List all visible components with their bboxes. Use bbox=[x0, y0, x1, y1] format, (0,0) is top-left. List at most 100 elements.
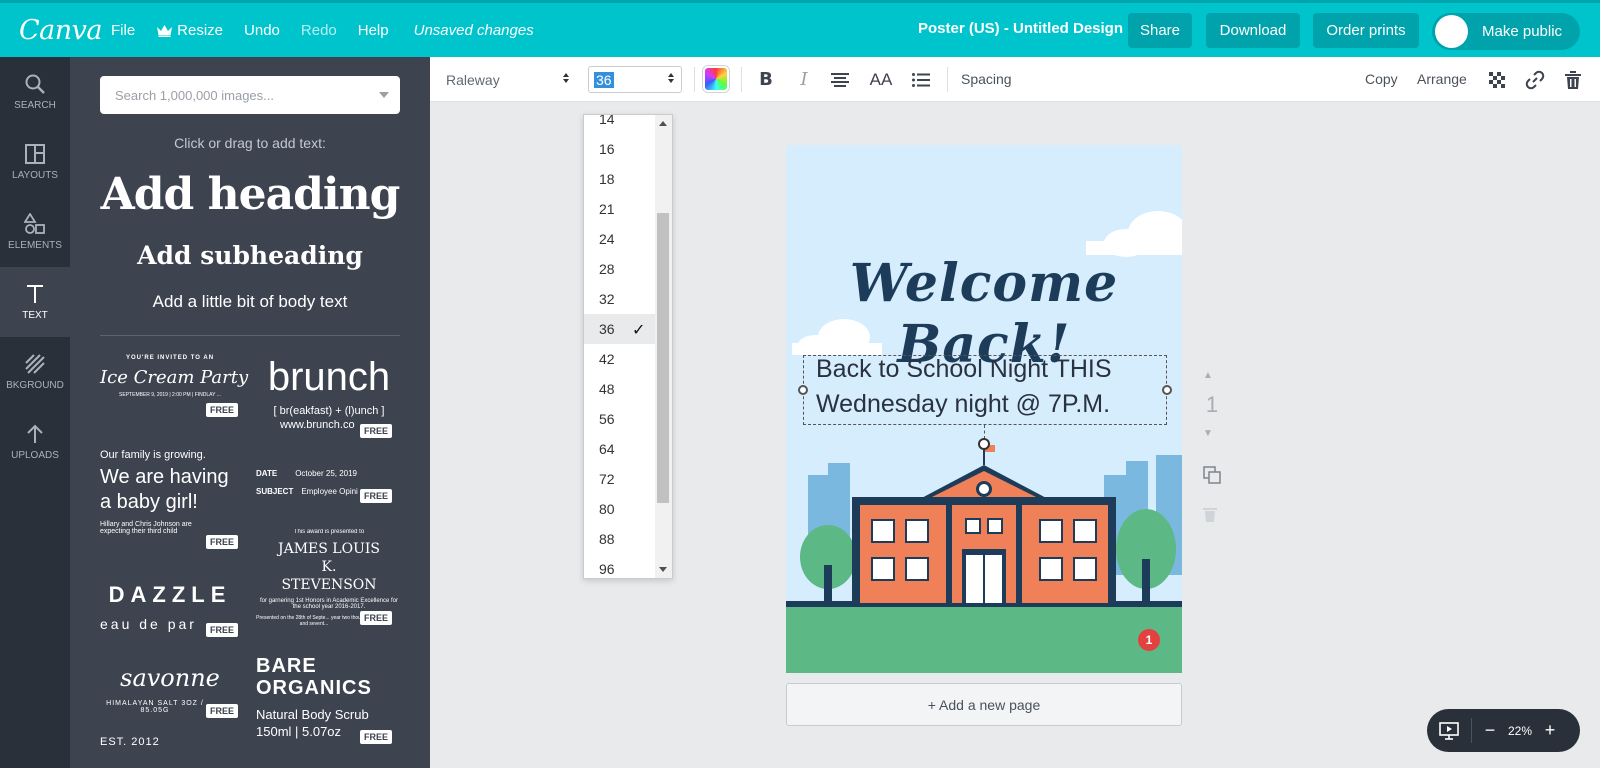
font-size-value[interactable]: 36 bbox=[594, 71, 614, 88]
rail-layouts-label: LAYOUTS bbox=[12, 170, 58, 181]
rail-background-label: BKGROUND bbox=[6, 380, 64, 391]
zoom-out-button[interactable]: − bbox=[1472, 720, 1508, 741]
font-size-dropdown[interactable]: 14 16 18 21 24 28 32 36 ✓ 42 48 56 64 72 80 88 96 bbox=[583, 114, 673, 579]
trash-icon bbox=[1203, 508, 1217, 522]
toolbar-divider bbox=[741, 67, 742, 92]
font-family-select[interactable]: Raleway bbox=[446, 67, 576, 92]
list-button[interactable] bbox=[910, 67, 932, 92]
dropdown-scrollbar[interactable] bbox=[655, 115, 672, 578]
font-size-option[interactable]: 56 bbox=[584, 404, 656, 434]
rail-text[interactable]: TEXT bbox=[0, 267, 70, 337]
add-new-page-button[interactable]: + Add a new page bbox=[786, 683, 1182, 726]
template-baby[interactable]: Our family is growing. We are having a b… bbox=[100, 449, 240, 554]
present-button[interactable] bbox=[1427, 721, 1471, 740]
template-brunch[interactable]: brunch [ br(eakfast) + (l)unch ] www.bru… bbox=[256, 355, 402, 438]
font-size-option[interactable]: 42 bbox=[584, 344, 656, 374]
template-text: YOU'RE INVITED TO AN bbox=[125, 355, 215, 361]
image-search-input[interactable]: Search 1,000,000 images... bbox=[100, 76, 400, 114]
rail-uploads[interactable]: UPLOADS bbox=[0, 407, 70, 477]
download-button[interactable]: Download bbox=[1206, 13, 1300, 48]
link-icon bbox=[1525, 70, 1545, 89]
font-size-option[interactable]: 64 bbox=[584, 434, 656, 464]
document-title[interactable]: Poster (US) - Untitled Design bbox=[918, 20, 1123, 37]
zoom-in-button[interactable]: + bbox=[1532, 720, 1568, 741]
delete-page-icon[interactable] bbox=[1203, 506, 1217, 527]
chevron-down-icon[interactable] bbox=[379, 92, 389, 98]
resize-handle-left[interactable] bbox=[798, 385, 808, 395]
font-size-option[interactable]: 80 bbox=[584, 494, 656, 524]
font-family-value: Raleway bbox=[446, 71, 500, 88]
poster-page[interactable]: Welcome Back! Back to School Night THIS … bbox=[786, 145, 1182, 673]
template-memo[interactable]: DATE October 25, 2019 SUBJECT Employee Opi… bbox=[256, 469, 402, 509]
letter-case-button[interactable]: AA bbox=[867, 67, 895, 92]
resize-menu[interactable]: Resize bbox=[156, 22, 223, 39]
font-size-option[interactable]: 36 ✓ bbox=[584, 314, 656, 344]
left-rail: SEARCH LAYOUTS ELEMENTS TEXT BKGROUND UP… bbox=[0, 57, 70, 768]
template-text: EST. 2012 bbox=[100, 736, 160, 748]
rail-background[interactable]: BKGROUND bbox=[0, 337, 70, 407]
font-size-option[interactable]: 88 bbox=[584, 524, 656, 554]
redo-button[interactable]: Redo bbox=[301, 22, 337, 39]
rail-layouts[interactable]: LAYOUTS bbox=[0, 127, 70, 197]
font-size-select[interactable]: 36 bbox=[588, 66, 682, 93]
font-size-option[interactable]: 18 bbox=[584, 164, 656, 194]
order-prints-button[interactable]: Order prints bbox=[1313, 13, 1419, 48]
undo-button[interactable]: Undo bbox=[244, 22, 280, 39]
font-size-option[interactable]: 16 bbox=[584, 134, 656, 164]
template-bare-organics[interactable]: BARE ORGANICS Natural Body Scrub 150ml |… bbox=[256, 655, 402, 745]
page-notification-badge[interactable]: 1 bbox=[1138, 629, 1160, 651]
transparency-button[interactable] bbox=[1487, 67, 1507, 92]
rail-search[interactable]: SEARCH bbox=[0, 57, 70, 127]
move-page-down-icon[interactable]: ▼ bbox=[1203, 428, 1213, 439]
text-format-toolbar: Raleway 36 B I AA Spacing Copy Arrange bbox=[430, 57, 1600, 102]
bold-button[interactable]: B bbox=[756, 67, 776, 92]
add-heading-button[interactable]: Add heading bbox=[70, 169, 430, 220]
rail-uploads-label: UPLOADS bbox=[11, 450, 59, 461]
upload-icon bbox=[27, 424, 43, 443]
redo-label: Redo bbox=[300, 21, 337, 39]
font-size-option[interactable]: 72 bbox=[584, 464, 656, 494]
align-center-icon bbox=[831, 72, 849, 87]
copy-button[interactable]: Copy bbox=[1365, 71, 1398, 87]
font-size-option[interactable]: 28 bbox=[584, 254, 656, 284]
duplicate-page-icon[interactable] bbox=[1203, 466, 1221, 489]
share-button[interactable]: Share bbox=[1128, 13, 1192, 48]
scroll-up-icon[interactable] bbox=[659, 121, 667, 126]
scroll-down-icon[interactable] bbox=[659, 567, 667, 572]
delete-button[interactable] bbox=[1563, 67, 1583, 92]
template-text: JAMES LOUIS K. STEVENSON bbox=[277, 541, 380, 593]
unsaved-status: Unsaved changes bbox=[413, 21, 534, 39]
template-text: October 25, 2019 bbox=[295, 469, 358, 478]
resize-handle-right[interactable] bbox=[1162, 385, 1172, 395]
make-public-toggle[interactable]: Make public bbox=[1432, 13, 1580, 50]
link-button[interactable] bbox=[1524, 67, 1546, 92]
spacing-button[interactable]: Spacing bbox=[961, 71, 1012, 87]
rotate-handle-icon[interactable] bbox=[978, 438, 990, 450]
file-menu[interactable]: File bbox=[111, 22, 135, 39]
scrollbar-thumb[interactable] bbox=[657, 213, 669, 503]
italic-button[interactable]: I bbox=[794, 67, 814, 92]
font-size-option[interactable]: 32 bbox=[584, 284, 656, 314]
font-size-option[interactable]: 21 bbox=[584, 194, 656, 224]
arrange-button[interactable]: Arrange bbox=[1417, 71, 1467, 87]
zoom-level[interactable]: 22% bbox=[1508, 724, 1532, 738]
add-subheading-button[interactable]: Add subheading bbox=[70, 241, 430, 270]
rail-elements[interactable]: ELEMENTS bbox=[0, 197, 70, 267]
text-color-swatch[interactable] bbox=[703, 66, 729, 92]
font-size-option[interactable]: 48 bbox=[584, 374, 656, 404]
template-ice-cream[interactable]: YOU'RE INVITED TO AN Ice Cream Party SEP… bbox=[100, 355, 248, 425]
move-page-up-icon[interactable]: ▲ bbox=[1203, 370, 1213, 381]
font-size-option[interactable]: 14 bbox=[584, 115, 656, 134]
template-dazzle[interactable]: DAZZLE eau de par FREE bbox=[100, 582, 240, 642]
help-menu[interactable]: Help bbox=[358, 22, 389, 39]
template-award[interactable]: This award is presented to JAMES LOUIS K… bbox=[256, 529, 402, 627]
canva-logo[interactable]: Canva bbox=[19, 15, 111, 46]
font-size-option[interactable]: 96 bbox=[584, 554, 656, 578]
add-body-text-button[interactable]: Add a little bit of body text bbox=[70, 292, 430, 312]
font-size-option[interactable]: 24 bbox=[584, 224, 656, 254]
align-center-button[interactable] bbox=[828, 67, 852, 92]
free-badge: FREE bbox=[206, 704, 239, 718]
poster-body-text[interactable]: Back to School Night THIS Wednesday nigh… bbox=[816, 352, 1156, 422]
font-size-option-label: 24 bbox=[599, 231, 615, 247]
template-savonne[interactable]: savonne HIMALAYAN SALT 3OZ / 85.05G EST.… bbox=[100, 664, 240, 768]
